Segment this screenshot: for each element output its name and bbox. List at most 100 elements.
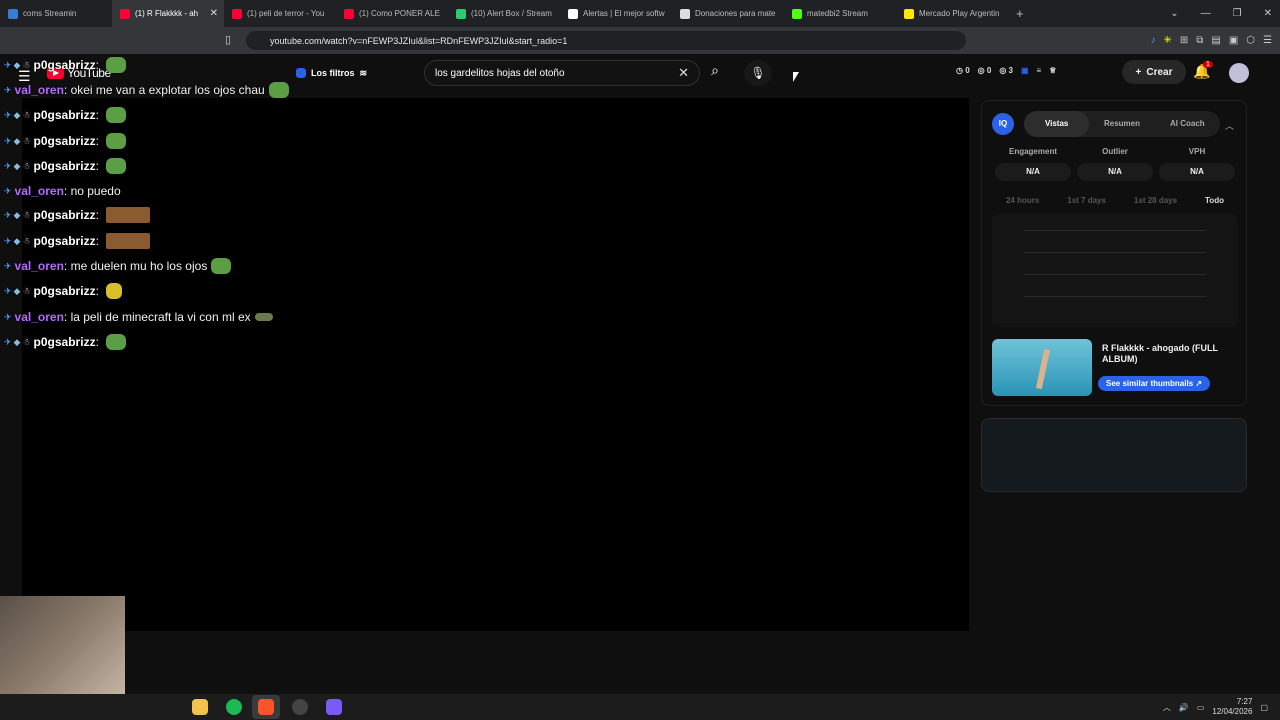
extension-icon[interactable]: ✳: [1163, 35, 1171, 46]
sub-badge-icon: ◆: [13, 336, 21, 347]
tab-label: Mercado Play Argentin: [919, 9, 1000, 18]
tab-label: (1) peli de terror - You: [247, 9, 325, 18]
chevron-up-icon[interactable]: ︿: [1225, 119, 1234, 132]
window-controls: ⌄ — ❐ ✕: [1170, 0, 1272, 27]
app-icon[interactable]: [326, 699, 342, 715]
range-24h[interactable]: 24 hours: [1006, 196, 1039, 205]
mod-badge-icon: ☃: [22, 285, 31, 296]
chat-username: p0gsabrizz: [33, 208, 96, 222]
range-28d[interactable]: 1st 28 days: [1134, 196, 1177, 205]
chat-message: ✈ ◆ ☃ p0gsabrizz:: [4, 156, 127, 176]
chat-emote-icon: [106, 133, 127, 149]
vidiq-icon[interactable]: ▣: [1021, 66, 1029, 75]
system-tray: ︿ 🔊 ▭ 7:27 12/04/2026 ▢: [1163, 697, 1268, 717]
close-window-button[interactable]: ✕: [1264, 8, 1272, 19]
search-input[interactable]: los gardelitos hojas del otoño ✕: [424, 60, 700, 86]
chat-username: p0gsabrizz: [33, 284, 96, 298]
extension-toolbar: ♪ ✳ ⊞ ⧉ ▤ ▣ ⬡ ☰: [1150, 27, 1272, 54]
filters-button[interactable]: Los filtros ≋: [288, 63, 376, 83]
metric-value: N/A: [1159, 163, 1235, 181]
vpn-icon[interactable]: ⬡: [1246, 35, 1255, 46]
chat-emote-icon: [106, 207, 151, 223]
metrics-row: Engagement N/A Outlier N/A VPH N/A: [992, 147, 1238, 181]
chat-emote-icon: [254, 313, 273, 321]
new-tab-button[interactable]: +: [1016, 6, 1024, 21]
chevron-up-icon[interactable]: ︿: [1163, 702, 1171, 713]
browser-tab[interactable]: Alertas | El mejor softw: [560, 0, 672, 27]
browser-tab[interactable]: (1) Como PONER ALE: [336, 0, 448, 27]
similar-thumbnails-button[interactable]: See similar thumbnails ↗: [1098, 376, 1211, 391]
list-icon[interactable]: ≡: [1037, 66, 1042, 75]
browser-tab[interactable]: (1) R Flakkkk - ah ✕: [112, 0, 224, 27]
tab-resumen[interactable]: Resumen: [1089, 111, 1154, 137]
chat-badges: ✈ ◆ ☃: [4, 161, 31, 172]
verified-badge-icon: ✈: [4, 135, 12, 146]
sub-badge-icon: ◆: [13, 109, 21, 120]
maximize-button[interactable]: ❐: [1233, 8, 1242, 19]
browser-tab[interactable]: (1) peli de terror - You: [224, 0, 336, 27]
chat-message: ✈ ◆ ☃ p0gsabrizz:: [4, 55, 127, 75]
volume-icon[interactable]: 🔊: [1179, 703, 1189, 712]
notifications-icon[interactable]: ▢: [1260, 703, 1268, 712]
file-explorer-icon[interactable]: [192, 699, 208, 715]
clear-search-icon[interactable]: ✕: [678, 65, 689, 81]
tab-label: coms Streamin: [23, 9, 77, 18]
range-7d[interactable]: 1st 7 days: [1067, 196, 1106, 205]
chat-text: la peli de minecraft la vi con ml ex: [70, 310, 251, 324]
browser-tab[interactable]: Mercado Play Argentin: [896, 0, 1008, 27]
range-all[interactable]: Todo: [1205, 196, 1224, 205]
verified-badge-icon: ✈: [4, 185, 12, 196]
vidiq-panel: IQ Vistas Resumen AI Coach ︿ Engagement …: [981, 100, 1247, 406]
browser-tab[interactable]: (10) Alert Box / Stream: [448, 0, 560, 27]
extension-icon[interactable]: ♪: [1150, 35, 1155, 46]
close-tab-icon[interactable]: ✕: [210, 8, 218, 19]
brave-icon[interactable]: [258, 699, 274, 715]
minimize-button[interactable]: —: [1201, 8, 1211, 19]
video-player[interactable]: [22, 98, 969, 631]
clock[interactable]: 7:27 12/04/2026: [1212, 697, 1252, 717]
network-icon[interactable]: ▭: [1197, 703, 1205, 712]
search-icon[interactable]: ⌕: [702, 62, 728, 84]
bookmark-icon[interactable]: ▯: [225, 33, 231, 46]
extension-icon[interactable]: ⊞: [1180, 35, 1188, 46]
chat-username: p0gsabrizz: [33, 58, 96, 72]
obs-icon[interactable]: [292, 699, 308, 715]
browser-tab[interactable]: Donaciones para mate: [672, 0, 784, 27]
browser-tab[interactable]: coms Streamin: [0, 0, 112, 27]
wallet-icon[interactable]: ▣: [1229, 35, 1238, 46]
chat-badges: ✈ ◆ ☃: [4, 210, 31, 221]
verified-badge-icon: ✈: [4, 336, 12, 347]
sub-badge-icon: ◆: [13, 135, 21, 146]
tab-vistas[interactable]: Vistas: [1024, 111, 1090, 137]
tab-ai-coach[interactable]: AI Coach: [1155, 111, 1220, 137]
sidebar-icon[interactable]: ▤: [1211, 35, 1220, 46]
chat-badges: ✈ ◆ ☃: [4, 236, 31, 247]
video-thumbnail[interactable]: [992, 339, 1092, 396]
chat-separator: :: [95, 234, 103, 248]
tab-favicon-icon: [232, 8, 242, 19]
range-selector: 24 hours 1st 7 days 1st 28 days Todo: [992, 196, 1238, 205]
microphone-icon[interactable]: 🎙: [744, 60, 772, 86]
verified-badge-icon: ✈: [4, 84, 12, 95]
metric-engagement: Engagement N/A: [992, 147, 1074, 181]
tab-favicon-icon: [120, 8, 130, 19]
trophy-icon[interactable]: ♕: [1049, 66, 1056, 75]
chat-badges: ✈ ◆ ☃: [4, 286, 31, 297]
puzzle-icon[interactable]: ⧉: [1196, 35, 1203, 46]
menu-icon[interactable]: ☰: [1263, 35, 1272, 46]
tab-label: matedbi2 Stream: [807, 9, 868, 18]
stat-2: ◎ 0: [977, 66, 992, 75]
chat-emote-icon: [106, 233, 151, 249]
metric-value: N/A: [995, 163, 1071, 181]
browser-tab[interactable]: matedbi2 Stream: [784, 0, 896, 27]
chat-badges: ✈ ◆ ☃: [4, 337, 31, 348]
stat-value: 0: [965, 66, 970, 75]
avatar[interactable]: [1229, 63, 1249, 83]
url-field[interactable]: youtube.com/watch?v=nFEWP3JZIul&list=RDn…: [246, 31, 966, 50]
chat-separator: :: [95, 208, 103, 222]
create-button[interactable]: + Crear: [1122, 60, 1186, 84]
metric-vph: VPH N/A: [1156, 147, 1238, 181]
spotify-icon[interactable]: [226, 699, 242, 715]
tab-search-icon[interactable]: ⌄: [1170, 8, 1178, 19]
tab-favicon-icon: [680, 8, 690, 19]
